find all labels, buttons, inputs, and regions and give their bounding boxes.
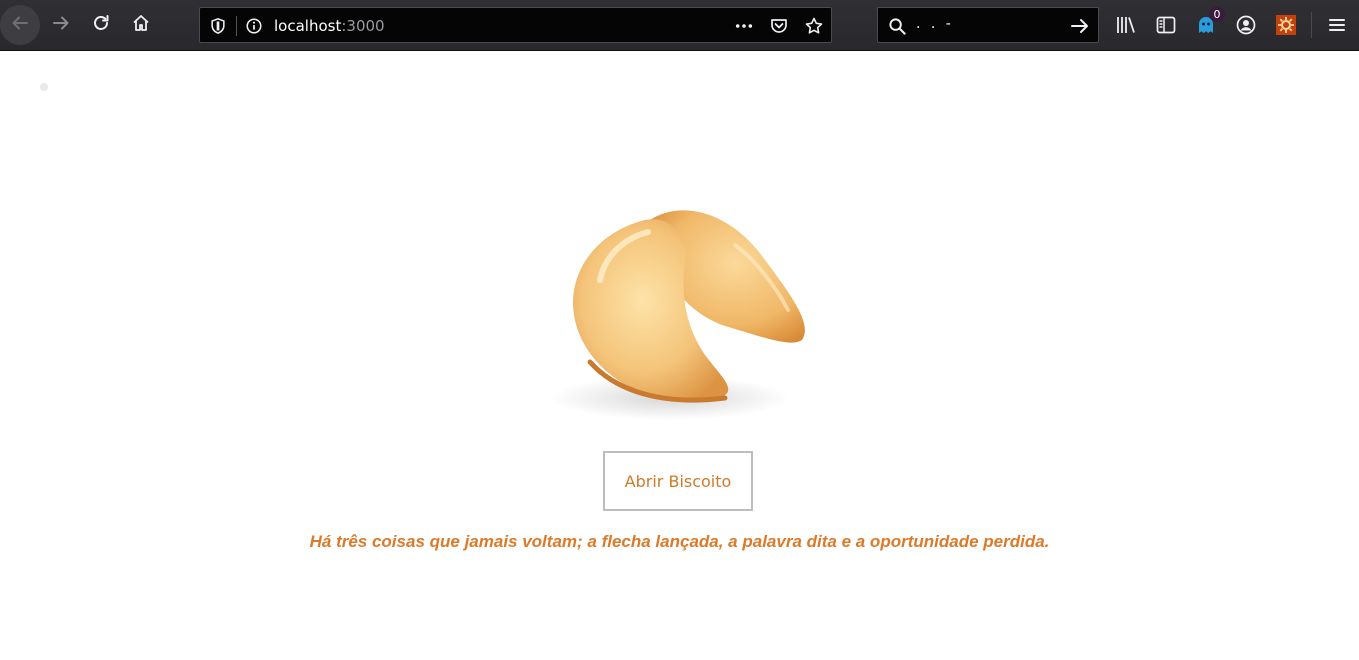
home-button[interactable]	[121, 5, 161, 45]
forward-arrow-icon	[51, 13, 71, 38]
address-bar[interactable]: localhost:3000	[199, 7, 832, 43]
reload-button[interactable]	[81, 5, 121, 45]
browser-toolbar: localhost:3000 . . - 0	[0, 0, 1359, 51]
fortune-text: Há três coisas que jamais voltam; a flec…	[309, 532, 1050, 551]
gear-extension-icon[interactable]	[1275, 14, 1297, 36]
notification-badge: 0	[1209, 7, 1225, 22]
home-icon	[131, 13, 151, 38]
library-icon[interactable]	[1115, 14, 1137, 36]
star-icon[interactable]	[803, 15, 825, 37]
info-icon[interactable]	[244, 16, 264, 36]
pocket-icon[interactable]	[768, 15, 790, 37]
back-arrow-icon	[10, 13, 30, 38]
reload-icon	[91, 13, 111, 38]
url-port: :3000	[341, 17, 385, 35]
search-bar[interactable]: . . -	[877, 7, 1099, 43]
ellipsis-icon[interactable]	[732, 16, 756, 36]
shield-icon[interactable]	[208, 16, 228, 36]
search-icon	[887, 16, 907, 36]
go-arrow-icon[interactable]	[1069, 16, 1091, 36]
forward-button[interactable]	[41, 5, 81, 45]
urlbar-separator	[236, 16, 237, 36]
url-host: localhost	[274, 17, 342, 35]
fortune-cookie-image	[520, 140, 840, 450]
toolbar-divider	[1311, 12, 1312, 38]
open-cookie-button[interactable]: Abrir Biscoito	[603, 451, 753, 511]
back-button[interactable]	[0, 5, 40, 45]
sidebar-icon[interactable]	[1155, 14, 1177, 36]
url-text[interactable]: localhost:3000	[274, 17, 385, 35]
search-input[interactable]: . . -	[916, 16, 954, 32]
corner-dot	[40, 83, 48, 91]
account-icon[interactable]	[1235, 14, 1257, 36]
hamburger-menu-icon[interactable]	[1326, 14, 1348, 36]
